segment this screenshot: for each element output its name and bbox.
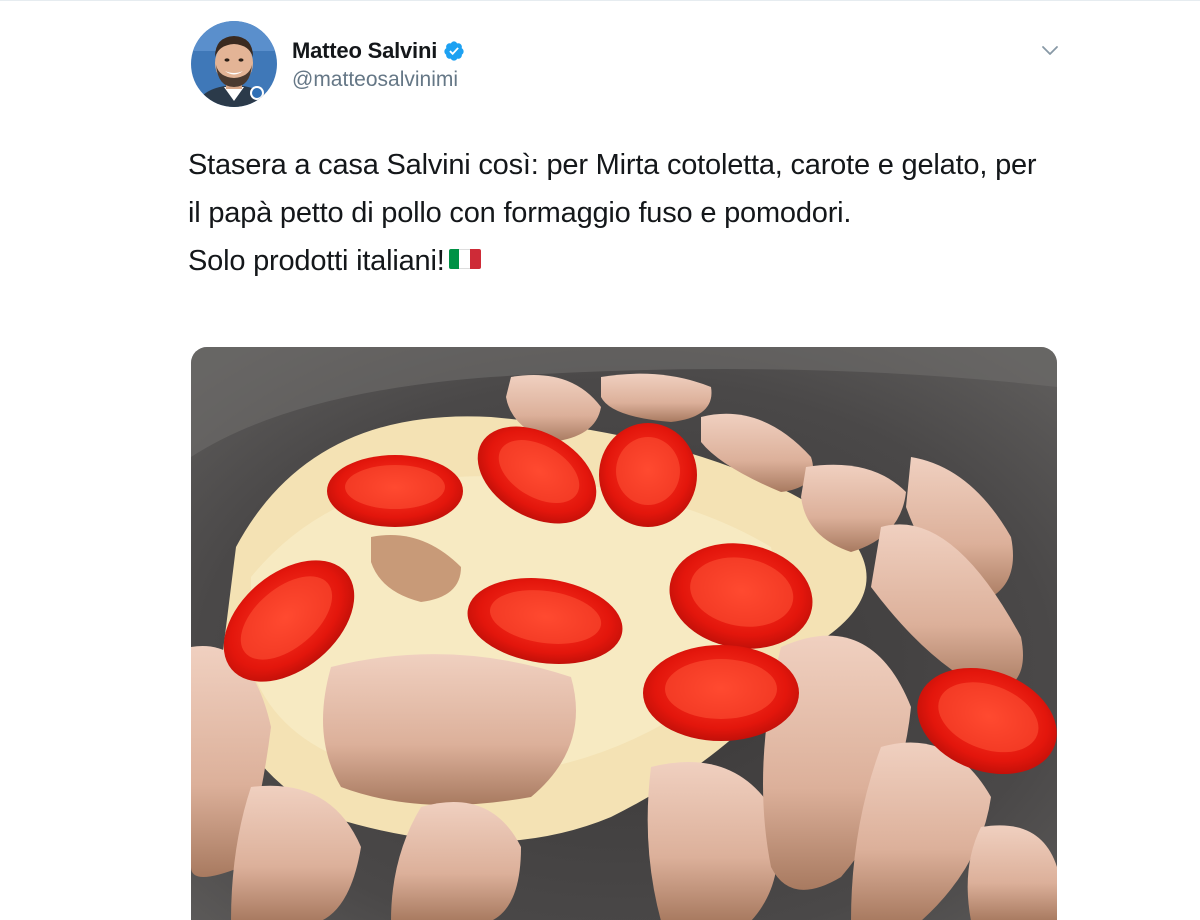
tweet-photo[interactable]: [191, 347, 1057, 920]
flag-italy-icon: [448, 249, 481, 270]
tweet-text-line: Solo prodotti italiani!: [188, 237, 1048, 285]
author-name-row[interactable]: Matteo Salvini: [292, 36, 465, 66]
avatar-image: [191, 21, 277, 107]
tweet-text: Stasera a casa Salvini così: per Mirta c…: [188, 141, 1048, 285]
author-handle[interactable]: @matteosalvinimi: [292, 68, 458, 92]
tweet-text-line: Stasera a casa Salvini così: per Mirta c…: [188, 149, 1037, 229]
food-photo: [191, 347, 1057, 920]
tweet-card: Matteo Salvini @matteosalvinimi Stasera …: [0, 0, 1200, 920]
avatar[interactable]: [191, 21, 277, 107]
verified-badge-icon: [444, 41, 464, 61]
tweet-text-closing: Solo prodotti italiani!: [188, 245, 445, 277]
author-display-name[interactable]: Matteo Salvini: [292, 38, 437, 64]
chevron-down-icon[interactable]: [1040, 41, 1060, 61]
